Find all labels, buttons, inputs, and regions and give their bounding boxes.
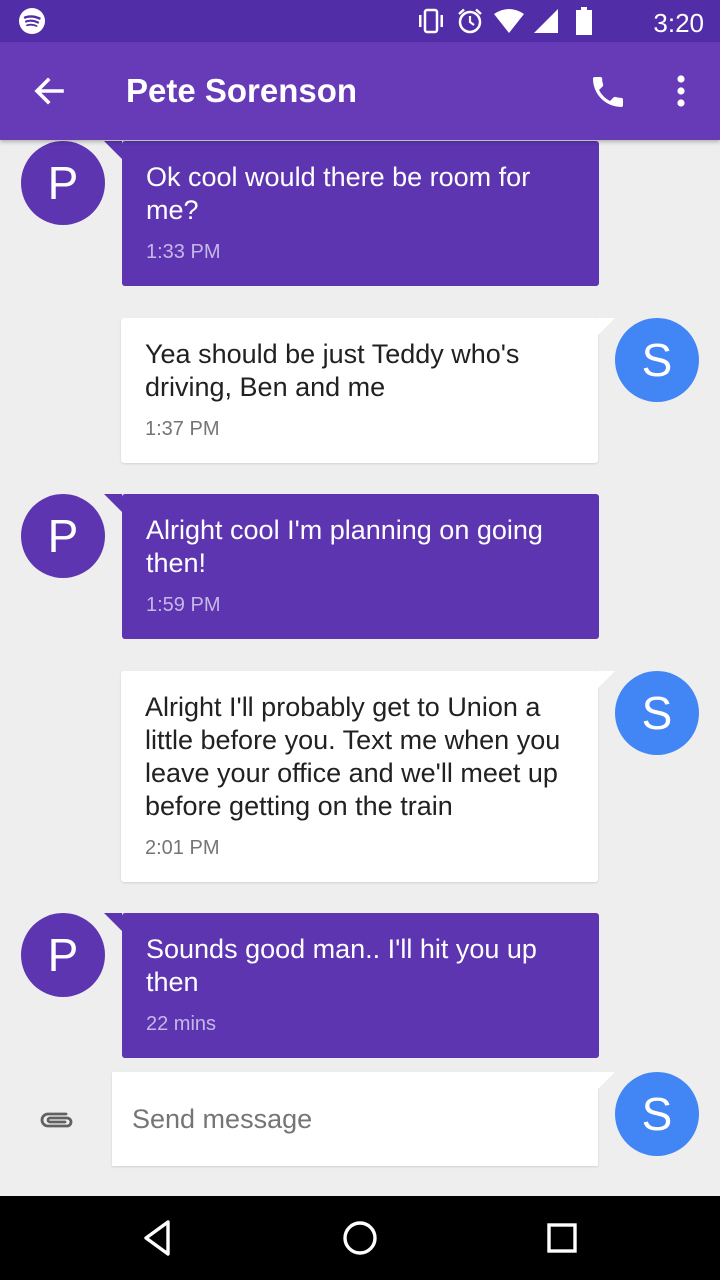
- message-bubble[interactable]: Alright I'll probably get to Union a lit…: [121, 671, 598, 882]
- bubble-tail: [597, 318, 615, 336]
- bubble-tail: [104, 494, 122, 512]
- more-vert-icon[interactable]: [666, 71, 696, 111]
- bubble-tail: [104, 141, 122, 159]
- paperclip-icon[interactable]: [36, 1104, 76, 1134]
- send-avatar-button[interactable]: S: [615, 1072, 699, 1156]
- back-arrow-icon[interactable]: [30, 72, 68, 110]
- message-text: Ok cool would there be room for me?: [146, 162, 531, 225]
- app-bar: Pete Sorenson: [0, 42, 720, 140]
- status-bar: 3:20: [0, 0, 720, 42]
- spotify-icon: [19, 8, 45, 34]
- self-avatar[interactable]: S: [615, 671, 699, 755]
- status-time: 3:20: [653, 8, 704, 38]
- vibrate-icon: [419, 8, 443, 34]
- message-bubble[interactable]: Ok cool would there be room for me? 1:33…: [122, 141, 599, 286]
- home-circle-icon[interactable]: [338, 1216, 382, 1260]
- message-text: Alright cool I'm planning on going then!: [146, 515, 543, 578]
- bubble-tail: [597, 671, 615, 689]
- phone-icon[interactable]: [588, 72, 628, 112]
- contact-name-title: Pete Sorenson: [126, 72, 358, 109]
- compose-bar: S: [0, 1064, 720, 1196]
- bubble-tail: [104, 913, 122, 931]
- contact-avatar[interactable]: P: [21, 141, 105, 225]
- message-text: Alright I'll probably get to Union a lit…: [145, 692, 561, 821]
- battery-icon: [576, 7, 592, 35]
- message-bubble[interactable]: Sounds good man.. I'll hit you up then 2…: [122, 913, 599, 1058]
- message-time: 22 mins: [146, 1013, 217, 1035]
- message-input[interactable]: [112, 1072, 598, 1166]
- alarm-icon: [458, 8, 482, 34]
- recents-square-icon[interactable]: [540, 1216, 584, 1260]
- message-bubble[interactable]: Yea should be just Teddy who's driving, …: [121, 318, 598, 463]
- wifi-icon: [494, 9, 524, 33]
- contact-avatar[interactable]: P: [21, 913, 105, 997]
- bubble-tail: [597, 1072, 615, 1090]
- system-nav-bar: [0, 1196, 720, 1280]
- signal-icon: [534, 9, 558, 33]
- message-time: 1:33 PM: [146, 241, 221, 263]
- contact-avatar[interactable]: P: [21, 494, 105, 578]
- message-text: Yea should be just Teddy who's driving, …: [145, 339, 520, 402]
- back-triangle-icon[interactable]: [136, 1216, 180, 1260]
- message-time: 1:59 PM: [146, 594, 221, 616]
- message-bubble[interactable]: Alright cool I'm planning on going then!…: [122, 494, 599, 639]
- self-avatar[interactable]: S: [615, 318, 699, 402]
- message-time: 2:01 PM: [145, 837, 220, 859]
- message-text: Sounds good man.. I'll hit you up then: [146, 934, 537, 997]
- message-time: 1:37 PM: [145, 418, 220, 440]
